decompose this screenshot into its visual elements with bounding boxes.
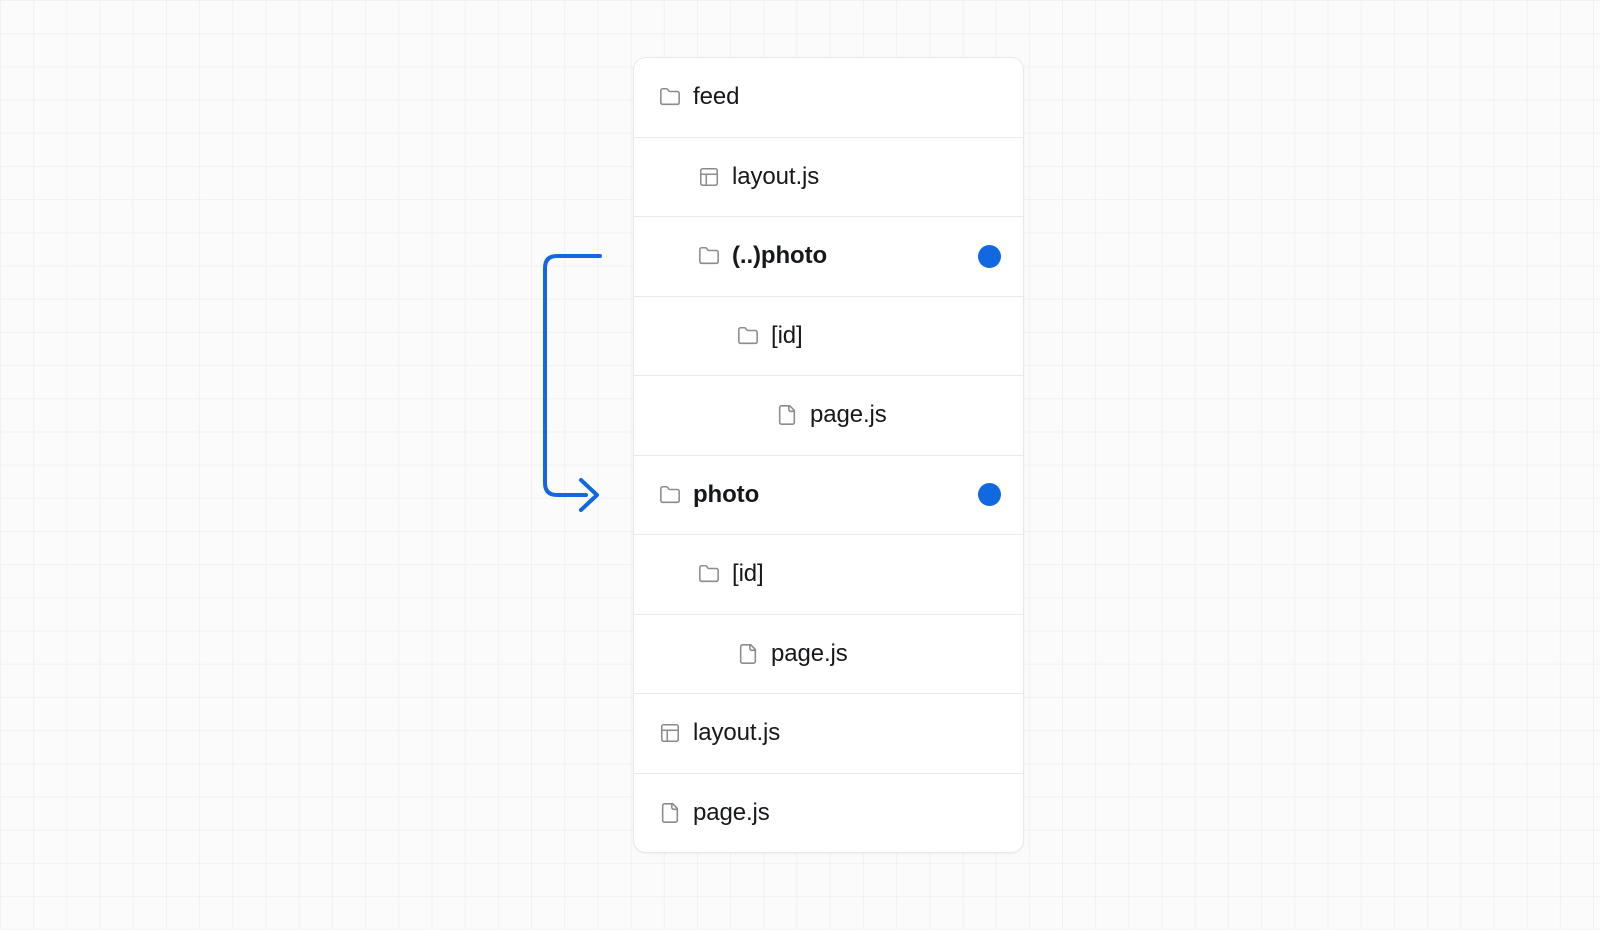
tree-row-label: (..)photo	[732, 242, 828, 270]
status-dot-marker	[978, 244, 1001, 268]
tree-row-label: layout.js	[732, 162, 820, 190]
file-icon	[775, 404, 798, 427]
arrowhead-right-icon	[579, 478, 599, 512]
tree-row-intercepted-photo[interactable]: (..)photo	[634, 217, 1023, 297]
tree-row-label: [id]	[732, 560, 764, 588]
folder-icon	[697, 563, 720, 586]
tree-row-intercepted-photo-id[interactable]: [id]	[634, 296, 1023, 376]
file-tree-card: feed layout.js (..)photo [id] page.js ph	[633, 57, 1024, 853]
tree-row-photo[interactable]: photo	[634, 455, 1023, 535]
status-dot-marker	[978, 483, 1001, 507]
tree-row-feed-layout[interactable]: layout.js	[634, 137, 1023, 217]
tree-row-label: page.js	[771, 639, 848, 667]
tree-row-label: page.js	[693, 798, 770, 826]
layout-panel-icon	[697, 165, 720, 188]
tree-row-label: [id]	[771, 321, 803, 349]
file-icon	[736, 642, 759, 665]
tree-row-label: feed	[693, 83, 740, 111]
tree-row-root-page[interactable]: page.js	[634, 773, 1023, 852]
tree-row-feed[interactable]: feed	[634, 58, 1023, 138]
tree-row-photo-id[interactable]: [id]	[634, 535, 1023, 615]
tree-row-label: photo	[693, 480, 760, 508]
file-icon	[658, 801, 681, 824]
folder-icon	[658, 86, 681, 109]
tree-row-label: page.js	[810, 401, 887, 429]
folder-icon	[658, 483, 681, 506]
folder-icon	[736, 324, 759, 347]
tree-row-photo-id-page[interactable]: page.js	[634, 614, 1023, 694]
folder-icon	[697, 245, 720, 268]
intercept-arrow-path	[543, 254, 602, 497]
tree-row-intercepted-photo-id-page[interactable]: page.js	[634, 376, 1023, 456]
tree-row-root-layout[interactable]: layout.js	[634, 694, 1023, 774]
layout-panel-icon	[658, 722, 681, 745]
tree-row-label: layout.js	[693, 719, 781, 747]
